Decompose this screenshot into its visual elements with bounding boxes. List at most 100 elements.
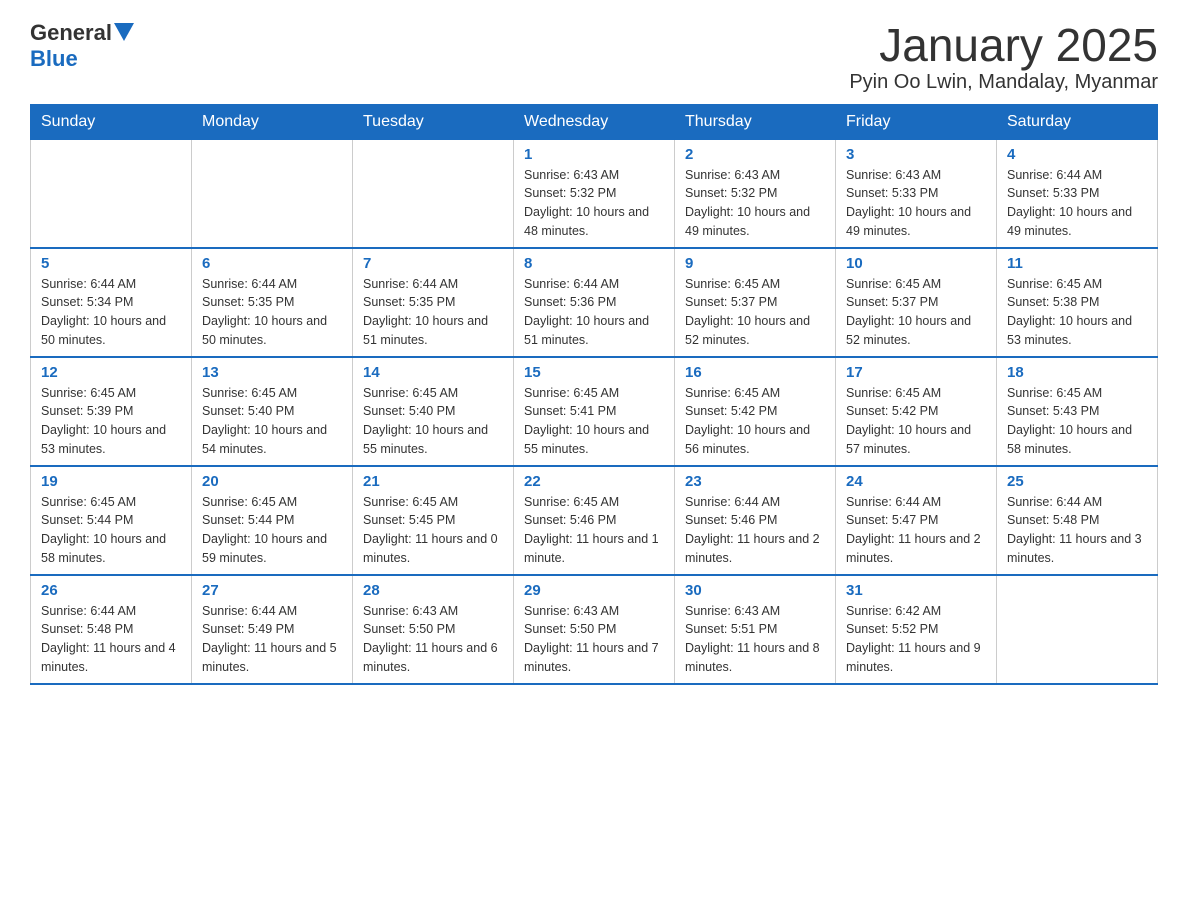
- day-number: 29: [524, 582, 664, 599]
- calendar-cell: 1 Sunrise: 6:43 AM Sunset: 5:32 PM Daylig…: [514, 139, 675, 248]
- column-header-saturday: Saturday: [997, 104, 1158, 139]
- column-header-sunday: Sunday: [31, 104, 192, 139]
- calendar-week-row: 19 Sunrise: 6:45 AM Sunset: 5:44 PM Dayli…: [31, 466, 1158, 575]
- day-number: 13: [202, 364, 342, 381]
- column-header-friday: Friday: [836, 104, 997, 139]
- day-number: 16: [685, 364, 825, 381]
- calendar-cell: 24 Sunrise: 6:44 AM Sunset: 5:47 PM Dayli…: [836, 466, 997, 575]
- day-number: 19: [41, 473, 181, 490]
- logo-general: General: [30, 20, 112, 46]
- day-number: 11: [1007, 255, 1147, 272]
- calendar-cell: 12Sunrise: 6:45 AM Sunset: 5:39 PM Dayli…: [31, 357, 192, 466]
- day-info: Sunrise: 6:45 AM Sunset: 5:44 PM Dayligh…: [41, 493, 181, 568]
- calendar-cell: 26Sunrise: 6:44 AM Sunset: 5:48 PM Dayli…: [31, 575, 192, 684]
- day-number: 21: [363, 473, 503, 490]
- logo: General Blue: [30, 20, 134, 72]
- day-info: Sunrise: 6:45 AM Sunset: 5:45 PM Dayligh…: [363, 493, 503, 568]
- calendar-cell: 3 Sunrise: 6:43 AM Sunset: 5:33 PM Daylig…: [836, 139, 997, 248]
- page-header: General Blue January 2025 Pyin Oo Lwin, …: [30, 20, 1158, 94]
- calendar-cell: 10 Sunrise: 6:45 AM Sunset: 5:37 PM Dayli…: [836, 248, 997, 357]
- calendar-week-row: 5 Sunrise: 6:44 AM Sunset: 5:34 PM Daylig…: [31, 248, 1158, 357]
- page-subtitle: Pyin Oo Lwin, Mandalay, Myanmar: [849, 71, 1158, 94]
- day-number: 14: [363, 364, 503, 381]
- day-number: 27: [202, 582, 342, 599]
- day-number: 1: [524, 146, 664, 163]
- day-info: Sunrise: 6:44 AM Sunset: 5:48 PM Dayligh…: [41, 602, 181, 677]
- day-number: 3: [846, 146, 986, 163]
- day-info: Sunrise: 6:44 AM Sunset: 5:47 PM Dayligh…: [846, 493, 986, 568]
- day-info: Sunrise: 6:45 AM Sunset: 5:37 PM Dayligh…: [846, 275, 986, 350]
- day-number: 24: [846, 473, 986, 490]
- day-number: 31: [846, 582, 986, 599]
- calendar-cell: 2 Sunrise: 6:43 AM Sunset: 5:32 PM Daylig…: [675, 139, 836, 248]
- column-header-wednesday: Wednesday: [514, 104, 675, 139]
- calendar-header-row: SundayMondayTuesdayWednesdayThursdayFrid…: [31, 104, 1158, 139]
- day-number: 22: [524, 473, 664, 490]
- day-info: Sunrise: 6:45 AM Sunset: 5:44 PM Dayligh…: [202, 493, 342, 568]
- day-number: 18: [1007, 364, 1147, 381]
- calendar-cell: [997, 575, 1158, 684]
- day-number: 2: [685, 146, 825, 163]
- calendar-cell: 28 Sunrise: 6:43 AM Sunset: 5:50 PM Dayli…: [353, 575, 514, 684]
- day-number: 8: [524, 255, 664, 272]
- day-info: Sunrise: 6:43 AM Sunset: 5:50 PM Dayligh…: [363, 602, 503, 677]
- calendar-cell: 8 Sunrise: 6:44 AM Sunset: 5:36 PM Daylig…: [514, 248, 675, 357]
- calendar-cell: 27 Sunrise: 6:44 AM Sunset: 5:49 PM Dayli…: [192, 575, 353, 684]
- calendar-week-row: 1 Sunrise: 6:43 AM Sunset: 5:32 PM Daylig…: [31, 139, 1158, 248]
- calendar-cell: 20 Sunrise: 6:45 AM Sunset: 5:44 PM Dayli…: [192, 466, 353, 575]
- logo-triangle-icon: [114, 23, 134, 41]
- column-header-monday: Monday: [192, 104, 353, 139]
- calendar-cell: [31, 139, 192, 248]
- day-info: Sunrise: 6:45 AM Sunset: 5:42 PM Dayligh…: [685, 384, 825, 459]
- calendar-cell: 18 Sunrise: 6:45 AM Sunset: 5:43 PM Dayli…: [997, 357, 1158, 466]
- day-info: Sunrise: 6:45 AM Sunset: 5:41 PM Dayligh…: [524, 384, 664, 459]
- day-number: 30: [685, 582, 825, 599]
- calendar-cell: 13 Sunrise: 6:45 AM Sunset: 5:40 PM Dayli…: [192, 357, 353, 466]
- day-number: 17: [846, 364, 986, 381]
- column-header-thursday: Thursday: [675, 104, 836, 139]
- day-info: Sunrise: 6:44 AM Sunset: 5:36 PM Dayligh…: [524, 275, 664, 350]
- day-info: Sunrise: 6:44 AM Sunset: 5:33 PM Dayligh…: [1007, 166, 1147, 241]
- day-info: Sunrise: 6:44 AM Sunset: 5:49 PM Dayligh…: [202, 602, 342, 677]
- day-info: Sunrise: 6:44 AM Sunset: 5:46 PM Dayligh…: [685, 493, 825, 568]
- day-number: 4: [1007, 146, 1147, 163]
- calendar-cell: 19 Sunrise: 6:45 AM Sunset: 5:44 PM Dayli…: [31, 466, 192, 575]
- column-header-tuesday: Tuesday: [353, 104, 514, 139]
- calendar-cell: 31Sunrise: 6:42 AM Sunset: 5:52 PM Dayli…: [836, 575, 997, 684]
- calendar-cell: 6Sunrise: 6:44 AM Sunset: 5:35 PM Daylig…: [192, 248, 353, 357]
- day-info: Sunrise: 6:45 AM Sunset: 5:43 PM Dayligh…: [1007, 384, 1147, 459]
- calendar-cell: 5 Sunrise: 6:44 AM Sunset: 5:34 PM Daylig…: [31, 248, 192, 357]
- calendar-cell: [192, 139, 353, 248]
- calendar-cell: 17Sunrise: 6:45 AM Sunset: 5:42 PM Dayli…: [836, 357, 997, 466]
- calendar-cell: 9 Sunrise: 6:45 AM Sunset: 5:37 PM Daylig…: [675, 248, 836, 357]
- day-number: 5: [41, 255, 181, 272]
- calendar-cell: 21 Sunrise: 6:45 AM Sunset: 5:45 PM Dayli…: [353, 466, 514, 575]
- day-number: 7: [363, 255, 503, 272]
- day-info: Sunrise: 6:43 AM Sunset: 5:33 PM Dayligh…: [846, 166, 986, 241]
- day-number: 15: [524, 364, 664, 381]
- day-number: 6: [202, 255, 342, 272]
- day-number: 12: [41, 364, 181, 381]
- calendar-cell: 16 Sunrise: 6:45 AM Sunset: 5:42 PM Dayli…: [675, 357, 836, 466]
- day-info: Sunrise: 6:45 AM Sunset: 5:40 PM Dayligh…: [202, 384, 342, 459]
- day-info: Sunrise: 6:43 AM Sunset: 5:32 PM Dayligh…: [685, 166, 825, 241]
- day-info: Sunrise: 6:45 AM Sunset: 5:37 PM Dayligh…: [685, 275, 825, 350]
- day-info: Sunrise: 6:44 AM Sunset: 5:34 PM Dayligh…: [41, 275, 181, 350]
- day-info: Sunrise: 6:44 AM Sunset: 5:48 PM Dayligh…: [1007, 493, 1147, 568]
- day-info: Sunrise: 6:43 AM Sunset: 5:51 PM Dayligh…: [685, 602, 825, 677]
- day-number: 28: [363, 582, 503, 599]
- calendar-cell: 7 Sunrise: 6:44 AM Sunset: 5:35 PM Daylig…: [353, 248, 514, 357]
- day-number: 9: [685, 255, 825, 272]
- calendar-week-row: 12Sunrise: 6:45 AM Sunset: 5:39 PM Dayli…: [31, 357, 1158, 466]
- logo-blue: Blue: [30, 46, 78, 72]
- day-number: 20: [202, 473, 342, 490]
- day-info: Sunrise: 6:45 AM Sunset: 5:38 PM Dayligh…: [1007, 275, 1147, 350]
- day-number: 23: [685, 473, 825, 490]
- day-info: Sunrise: 6:43 AM Sunset: 5:32 PM Dayligh…: [524, 166, 664, 241]
- calendar-cell: 23 Sunrise: 6:44 AM Sunset: 5:46 PM Dayli…: [675, 466, 836, 575]
- calendar-cell: 29Sunrise: 6:43 AM Sunset: 5:50 PM Dayli…: [514, 575, 675, 684]
- day-info: Sunrise: 6:44 AM Sunset: 5:35 PM Dayligh…: [363, 275, 503, 350]
- calendar-week-row: 26Sunrise: 6:44 AM Sunset: 5:48 PM Dayli…: [31, 575, 1158, 684]
- calendar-cell: [353, 139, 514, 248]
- day-number: 10: [846, 255, 986, 272]
